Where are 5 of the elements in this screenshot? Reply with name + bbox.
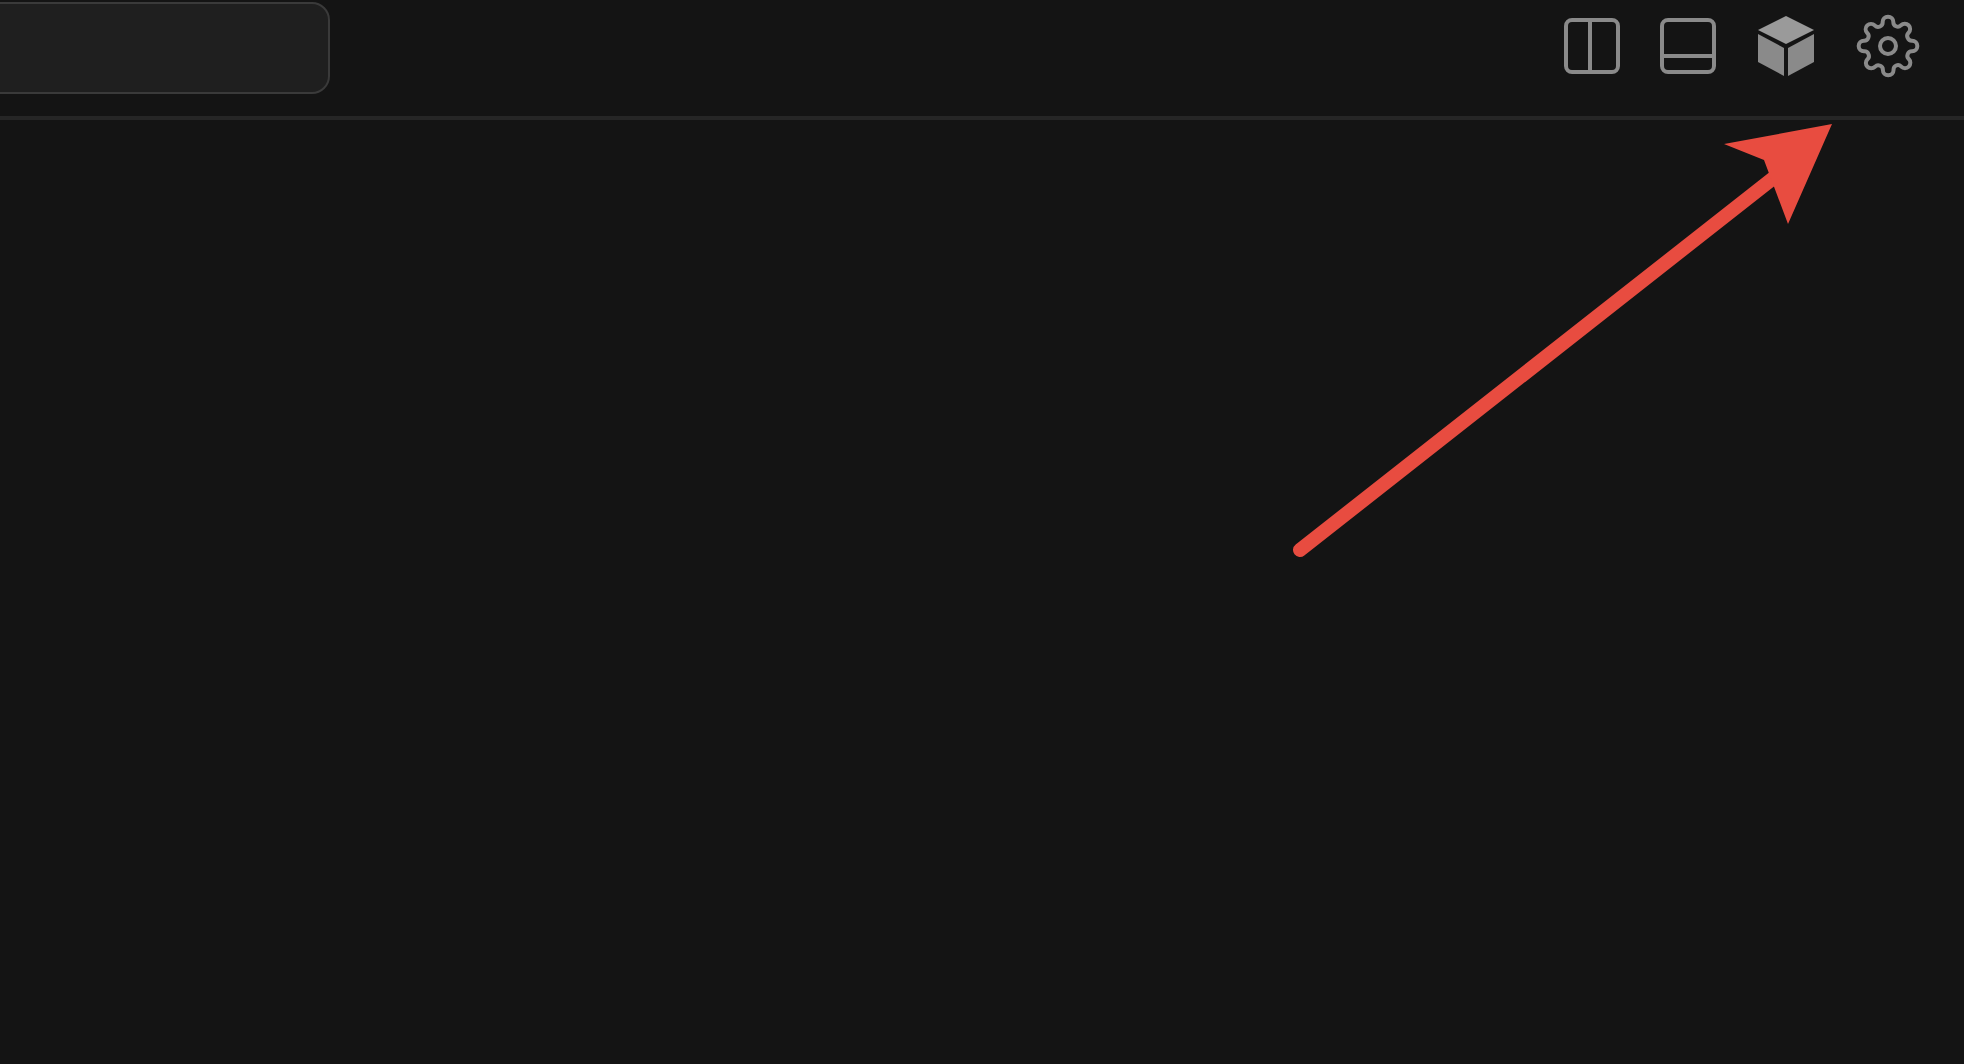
settings-icon[interactable] bbox=[1856, 14, 1920, 78]
input-field[interactable] bbox=[0, 2, 330, 94]
cube-icon[interactable] bbox=[1756, 14, 1816, 78]
panel-icon[interactable] bbox=[1660, 18, 1716, 74]
sidebar-icon[interactable] bbox=[1564, 18, 1620, 74]
